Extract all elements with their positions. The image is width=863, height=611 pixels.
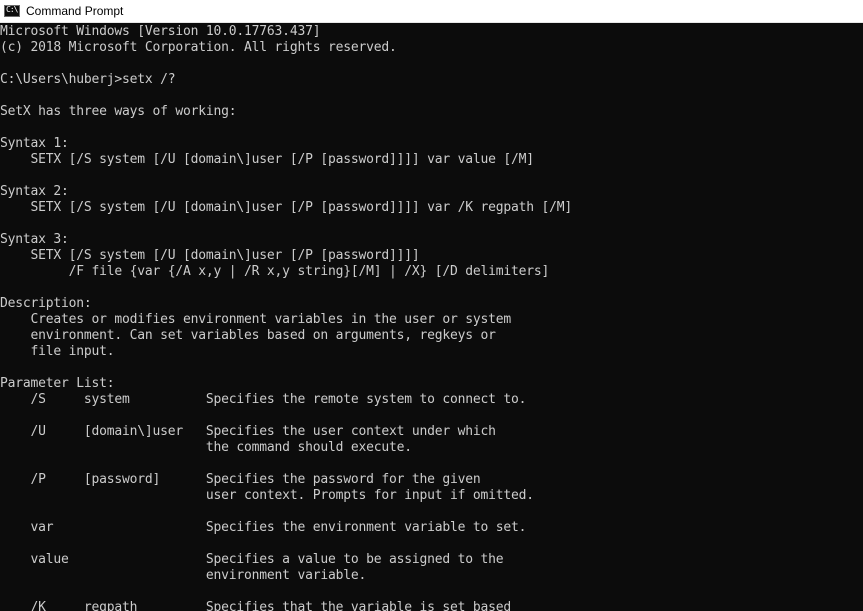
console-line: (c) 2018 Microsoft Corporation. All righ… [0,40,397,55]
window-title: Command Prompt [26,3,124,18]
console-line: /F file {var {/A x,y | /R x,y string}[/M… [0,264,550,279]
command-prompt-icon: C:\ [4,5,20,17]
console-line: /P [password] Specifies the password for… [0,472,481,487]
console-line: SETX [/S system [/U [domain\]user [/P [p… [0,200,573,215]
console-line: SETX [/S system [/U [domain\]user [/P [p… [0,152,535,167]
title-bar[interactable]: C:\ Command Prompt [0,0,863,23]
console-line: /U [domain\]user Specifies the user cont… [0,424,496,439]
console-output[interactable]: Microsoft Windows [Version 10.0.17763.43… [0,24,863,611]
console-line: var Specifies the environment variable t… [0,520,527,535]
console-line: Creates or modifies environment variable… [0,312,512,327]
console-line: C:\Users\huberj>setx /? [0,72,176,87]
console-line: Syntax 3: [0,232,69,247]
console-line: Parameter List: [0,376,115,391]
console-line: environment variable. [0,568,367,583]
console-line: /S system Specifies the remote system to… [0,392,527,407]
console-line: Description: [0,296,92,311]
console-line: Syntax 1: [0,136,69,151]
console-line: user context. Prompts for input if omitt… [0,488,534,503]
command-prompt-window: C:\ Command Prompt Microsoft Windows [Ve… [0,0,863,611]
console-line: /K regpath Specifies that the variable i… [0,600,512,611]
console-line: SetX has three ways of working: [0,104,237,119]
prompt-glyph: C:\ [6,5,18,14]
console-line: value Specifies a value to be assigned t… [0,552,504,567]
console-line: environment. Can set variables based on … [0,328,496,343]
console-line: Syntax 2: [0,184,69,199]
console-line: file input. [0,344,115,359]
console-line: SETX [/S system [/U [domain\]user [/P [p… [0,248,420,263]
console-line: the command should execute. [0,440,412,455]
console-line: Microsoft Windows [Version 10.0.17763.43… [0,24,321,39]
